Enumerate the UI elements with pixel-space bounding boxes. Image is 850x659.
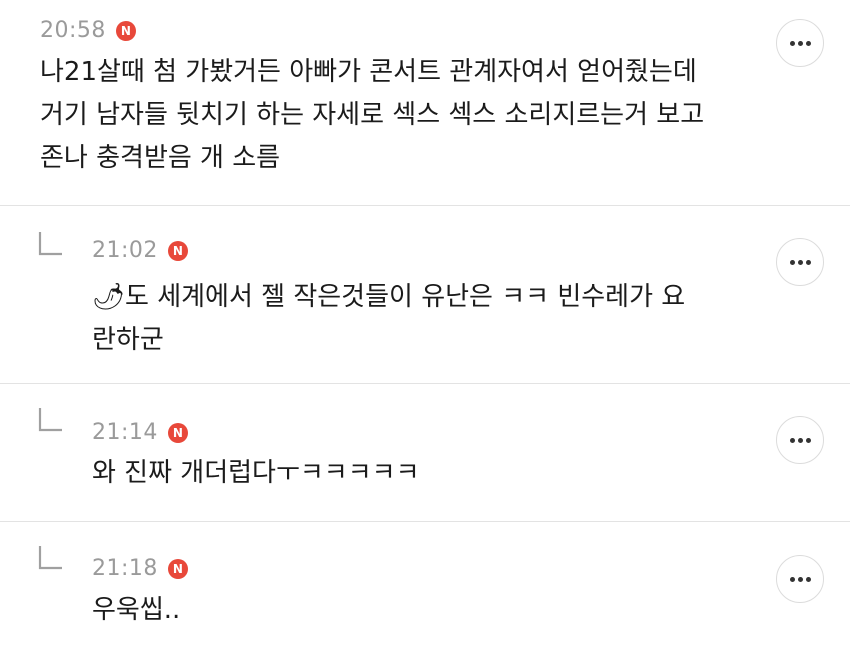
reply-item: 21:14 N 와 진짜 개더럽다ㅜㅋㅋㅋㅋㅋ — [0, 384, 850, 522]
chili-pepper-emoji: 🌶 — [92, 282, 126, 312]
comment-item: 20:58 N 나21살때 첨 가봤거든 아빠가 콘서트 관계자여서 얻어줬는데… — [0, 0, 850, 206]
more-icon — [789, 437, 795, 443]
reply-arrow-icon — [38, 232, 62, 256]
reply-item: 21:18 N 우욱씹.. — [0, 522, 850, 659]
comment-meta: 21:02 N — [92, 238, 188, 263]
new-badge: N — [167, 422, 188, 443]
comment-time: 21:18 — [92, 556, 158, 581]
more-options-button[interactable] — [776, 416, 824, 464]
more-options-button[interactable] — [776, 555, 824, 603]
comment-text: 우욱씹.. — [92, 595, 181, 625]
reply-arrow-icon — [38, 408, 62, 432]
more-icon — [789, 40, 795, 46]
comment-time: 21:02 — [92, 238, 158, 263]
comment-text-block: 🌶도 세계에서 젤 작은것들이 유난은 ㅋㅋ 빈수레가 요 란하군 — [92, 276, 685, 362]
reply-item: 21:02 N 🌶도 세계에서 젤 작은것들이 유난은 ㅋㅋ 빈수레가 요 란하… — [0, 206, 850, 384]
new-badge: N — [167, 240, 188, 261]
reply-arrow-icon — [38, 546, 62, 570]
comment-text: 와 진짜 개더럽다ㅜㅋㅋㅋㅋㅋ — [92, 458, 420, 488]
comment-meta: 20:58 N — [40, 18, 136, 43]
comment-text: 나21살때 첨 가봤거든 아빠가 콘서트 관계자여서 얻어줬는데 거기 남자들 … — [40, 57, 705, 173]
more-options-button[interactable] — [776, 19, 824, 67]
comment-meta: 21:18 N — [92, 556, 188, 581]
new-badge: N — [167, 558, 188, 579]
more-options-button[interactable] — [776, 238, 824, 286]
comment-text: 도 세계에서 젤 작은것들이 유난은 ㅋㅋ 빈수레가 요 란하군 — [92, 282, 686, 355]
comment-meta: 21:14 N — [92, 420, 188, 445]
more-icon — [789, 576, 795, 582]
comment-time: 21:14 — [92, 420, 158, 445]
comment-time: 20:58 — [40, 18, 106, 43]
new-badge: N — [115, 20, 136, 41]
more-icon — [789, 259, 795, 265]
